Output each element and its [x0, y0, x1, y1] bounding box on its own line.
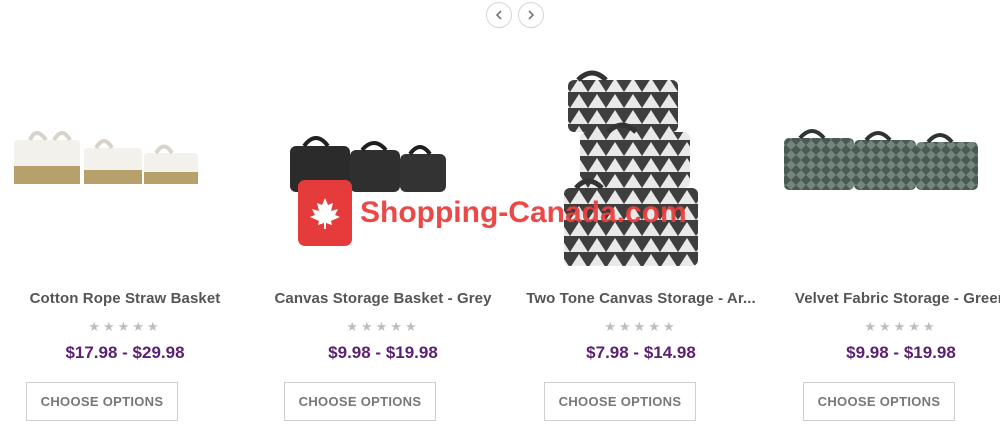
product-card: Velvet Fabric Storage - Green ★★★★★ $9.9…: [776, 60, 1000, 427]
product-image[interactable]: [258, 60, 508, 280]
product-image[interactable]: [516, 60, 766, 280]
choose-options-button[interactable]: CHOOSE OPTIONS: [26, 382, 178, 421]
chevron-left-icon: [495, 10, 502, 20]
rating-stars: ★★★★★: [604, 319, 678, 334]
carousel-nav: [486, 2, 544, 28]
choose-options-button[interactable]: CHOOSE OPTIONS: [284, 382, 436, 421]
choose-options-button[interactable]: CHOOSE OPTIONS: [544, 382, 696, 421]
product-price: $17.98 - $29.98: [65, 343, 185, 362]
choose-options-button[interactable]: CHOOSE OPTIONS: [803, 382, 955, 421]
watermark-text: Shopping-Canada.com: [360, 196, 687, 229]
product-image[interactable]: [776, 60, 1000, 280]
product-price: $9.98 - $19.98: [846, 343, 956, 362]
product-card: Cotton Rope Straw Basket ★★★★★ $17.98 - …: [0, 60, 250, 427]
product-title[interactable]: Cotton Rope Straw Basket: [4, 290, 246, 307]
product-price: $9.98 - $19.98: [328, 343, 438, 362]
product-image[interactable]: [0, 60, 250, 280]
chevron-right-icon: [528, 10, 535, 20]
product-title[interactable]: Canvas Storage Basket - Grey: [262, 290, 504, 307]
rating-stars: ★★★★★: [346, 319, 420, 334]
rating-stars: ★★★★★: [88, 319, 162, 334]
rating-stars: ★★★★★: [864, 319, 938, 334]
product-price: $7.98 - $14.98: [586, 343, 696, 362]
maple-leaf-icon: [298, 180, 352, 246]
product-title[interactable]: Two Tone Canvas Storage - Ar...: [520, 290, 762, 307]
product-title[interactable]: Velvet Fabric Storage - Green: [780, 290, 1000, 307]
next-button[interactable]: [518, 2, 544, 28]
prev-button[interactable]: [486, 2, 512, 28]
watermark: Shopping-Canada.com: [298, 180, 687, 246]
